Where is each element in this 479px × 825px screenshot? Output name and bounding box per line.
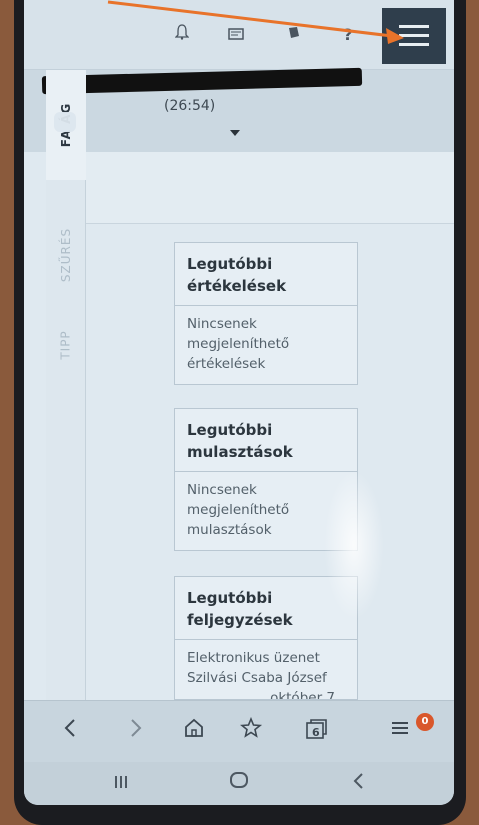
home-icon[interactable] (178, 717, 210, 747)
card-recent-absences[interactable]: Legutóbbi mulasztások Nincsenek megjelen… (174, 408, 358, 551)
tab-count: 6 (312, 726, 320, 739)
browser-screen: ? (26:54) FA ÁG SZŰRÉS TIPP Legutóbbi ér… (24, 0, 454, 805)
card-title-line: feljegyzések (187, 611, 293, 629)
top-toolbar: ? (24, 0, 454, 70)
bookmark-star-icon[interactable] (236, 716, 268, 747)
card-title-line: Legutóbbi (187, 255, 273, 273)
card-title: Legutóbbi feljegyzések (175, 577, 357, 640)
recent-apps-icon[interactable] (106, 770, 136, 796)
card-text-line: megjeleníthető (187, 336, 290, 352)
chevron-down-icon[interactable] (230, 130, 240, 136)
card-title-line: Legutóbbi (187, 589, 273, 607)
card-body: Nincsenek megjeleníthető értékelések (175, 306, 357, 384)
tab-tip[interactable]: TIPP (46, 310, 86, 380)
card-text-line: értékelések (187, 356, 266, 372)
forward-icon[interactable] (120, 717, 152, 747)
session-timer: (26:54) (164, 98, 216, 114)
help-icon[interactable]: ? (336, 24, 360, 46)
note-date: október 7 (270, 690, 335, 700)
card-title: Legutóbbi értékelések (175, 243, 357, 306)
card-text-line: Nincsenek (187, 316, 257, 332)
notification-badge: 0 (416, 713, 434, 731)
note-author: Szilvási Csaba József (187, 670, 327, 686)
card-title-line: értékelések (187, 277, 287, 295)
card-body: Elektronikus üzenet Szilvási Csaba Józse… (175, 640, 357, 700)
book-icon[interactable] (282, 24, 306, 46)
card-body: Nincsenek megjeleníthető mulasztások (175, 472, 357, 550)
browser-bottom-bar: 6 0 (24, 700, 454, 762)
browser-menu-icon[interactable] (384, 717, 416, 747)
card-text-line: mulasztások (187, 522, 272, 538)
tab-filter-label: SZŰRÉS (59, 227, 74, 283)
back-icon[interactable] (54, 717, 86, 747)
hamburger-menu-button[interactable] (382, 8, 446, 64)
note-sender-type[interactable]: Elektronikus üzenet (187, 648, 349, 668)
side-tab-bar: FA ÁG SZŰRÉS TIPP (46, 70, 86, 750)
tab-filter[interactable]: SZŰRÉS (46, 210, 86, 300)
card-title-line: Legutóbbi (187, 421, 273, 439)
card-text-line: Nincsenek (187, 482, 257, 498)
menu-icon (399, 25, 429, 47)
card-text-line: megjeleníthető (187, 502, 290, 518)
home-nav-icon[interactable] (224, 770, 254, 796)
back-nav-icon[interactable] (344, 770, 374, 796)
android-nav-bar (24, 762, 454, 805)
bell-icon[interactable] (170, 24, 194, 46)
content-header-area (86, 152, 454, 224)
card-title: Legutóbbi mulasztások (175, 409, 357, 472)
blur-patch (54, 112, 76, 132)
card-recent-grades[interactable]: Legutóbbi értékelések Nincsenek megjelen… (174, 242, 358, 385)
message-icon[interactable] (224, 24, 248, 46)
card-recent-notes[interactable]: Legutóbbi feljegyzések Elektronikus üzen… (174, 576, 358, 700)
tab-tip-label: TIPP (59, 330, 73, 360)
card-title-line: mulasztások (187, 443, 293, 461)
